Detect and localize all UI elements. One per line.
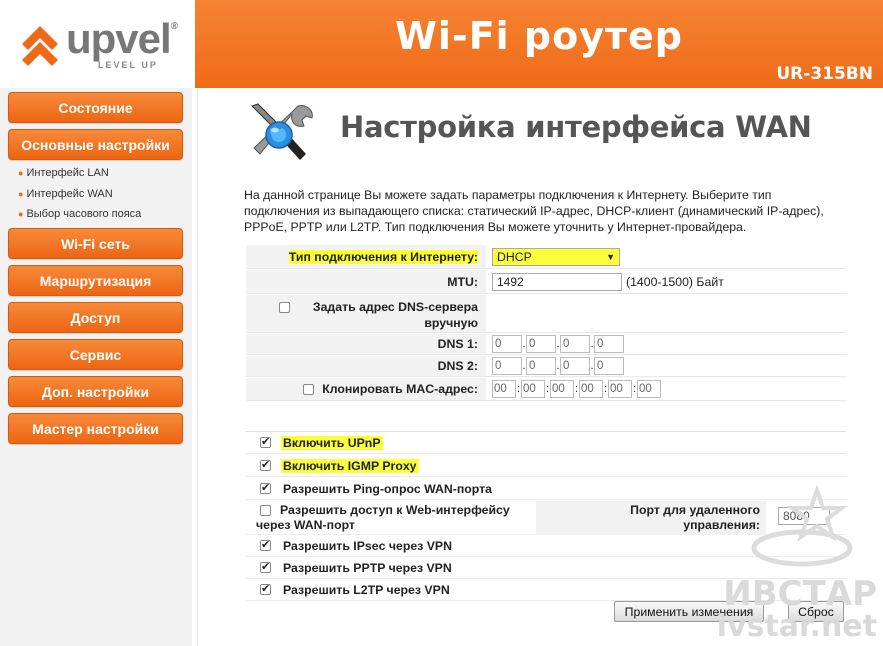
mtu-row: MTU: 1492 (1400-1500) Байт [246,270,846,294]
dns2-label: DNS 2: [246,356,486,376]
igmp-checkbox[interactable] [260,458,271,471]
dns1-label: DNS 1: [246,334,486,354]
dns1-octet-4[interactable]: 0 [594,335,624,353]
dns-manual-cell: Задать адрес DNS-сервера вручную [246,295,486,332]
dns2-row: DNS 2: 0. 0. 0. 0 [246,356,846,377]
connection-type-label: Тип подключения к Интернету: [288,249,478,264]
mtu-input[interactable]: 1492 [492,272,622,291]
dns1-octet-2[interactable]: 0 [526,335,556,353]
brand-tagline: LEVEL UP [98,60,158,70]
menu-wifi[interactable]: Wi-Fi сеть [8,228,183,259]
clone-mac-checkbox[interactable] [303,383,315,395]
bullet-icon: ● [18,189,24,199]
pptp-label: Разрешить PPTP через VPN [283,560,452,575]
l2tp-checkbox[interactable] [260,582,271,595]
menu-access[interactable]: Доступ [8,302,183,333]
mtu-label: MTU: [246,270,486,293]
bullet-icon: ● [18,168,24,178]
dns-manual-row: Задать адрес DNS-сервера вручную [246,295,846,333]
dns2-octet-4[interactable]: 0 [594,357,624,375]
upnp-label: Включить UPnP [281,435,383,450]
menu-wizard[interactable]: Мастер настройки [8,413,183,444]
menu-status[interactable]: Состояние [8,92,183,123]
dns2-octet-1[interactable]: 0 [492,357,522,375]
mac-octet-1[interactable]: 00 [492,380,516,398]
menu-basic-settings[interactable]: Основные настройки [8,129,183,160]
dns1-octet-3[interactable]: 0 [560,335,590,353]
ipsec-label: Разрешить IPsec через VPN [283,538,452,553]
brand-logo: upvel® LEVEL UP [0,0,195,88]
bullet-icon: ● [18,209,24,219]
menu-service[interactable]: Сервис [8,339,183,370]
dns1-octet-1[interactable]: 0 [492,335,522,353]
watermark-url: ivstar.net [716,609,877,644]
upvel-logo-icon [22,26,58,66]
dns2-octet-3[interactable]: 0 [560,357,590,375]
clone-mac-cell: Клонировать MAC-адрес: [246,378,486,400]
ipsec-checkbox[interactable] [260,538,271,551]
mtu-hint: (1400-1500) Байт [626,274,724,289]
clone-mac-label: Клонировать MAC-адрес: [322,382,478,396]
mac-octet-5[interactable]: 00 [608,380,632,398]
pptp-checkbox[interactable] [260,560,271,573]
submenu-wan[interactable]: ● Интерфейс WAN [18,188,113,200]
watermark: ИВСТАР ivstar.net [717,486,877,642]
page-title: Настройка интерфейса WAN [340,110,812,144]
dns-manual-label: Задать адрес DNS-сервера вручную [312,300,478,330]
submenu-lan[interactable]: ● Интерфейс LAN [18,167,109,179]
watermark-text: ИВСТАР [723,574,877,614]
clone-mac-row: Клонировать MAC-адрес: 00: 00: 00: 00: 0… [246,378,846,401]
igmp-row: Включить IGMP Proxy [246,455,846,477]
mac-octet-3[interactable]: 00 [550,380,574,398]
dns1-row: DNS 1: 0. 0. 0. 0 [246,334,846,355]
connection-type-label-cell: Тип подключения к Интернету: [246,245,486,268]
clone-mac-value-cell: 00: 00: 00: 00: 00: 00 [492,378,661,400]
menu-advanced[interactable]: Доп. настройки [8,376,183,407]
brand-name: upvel® [66,15,178,62]
upnp-checkbox[interactable] [260,435,271,448]
web-access-cell: Разрешить доступ к Web-интерфейсу через … [246,501,536,535]
dns2-octet-2[interactable]: 0 [526,357,556,375]
upnp-row: Включить UPnP [246,432,846,454]
dropdown-arrow-icon: ▼ [606,251,615,262]
watermark-star-icon [751,486,853,567]
model-name: UR-315BN [776,64,873,84]
sidebar: Состояние Основные настройки ● Интерфейс … [0,88,192,646]
connection-type-row: Тип подключения к Интернету: DHCP ▼ [246,245,846,269]
menu-routing[interactable]: Маршрутизация [8,265,183,296]
l2tp-label: Разрешить L2TP через VPN [283,582,450,597]
ping-checkbox[interactable] [260,481,271,494]
dns2-value-cell: 0. 0. 0. 0 [492,356,624,376]
header-title: Wi-Fi роутер [394,14,683,58]
connection-type-select[interactable]: DHCP ▼ [492,247,620,266]
page-description: На данной странице Вы можете задать пара… [244,188,824,234]
ping-label: Разрешить Ping-опрос WAN-порта [283,481,493,496]
section-separator [246,402,846,432]
mac-octet-4[interactable]: 00 [579,380,603,398]
mtu-value-cell: 1492 (1400-1500) Байт [492,270,724,293]
mac-octet-6[interactable]: 00 [637,380,661,398]
submenu-timezone[interactable]: ● Выбор часового пояса [18,208,141,220]
tools-globe-icon [251,103,313,160]
web-access-label: Разрешить доступ к Web-интерфейсу через … [256,503,510,532]
connection-type-value-cell: DHCP ▼ [492,245,620,268]
header-bar: Wi-Fi роутер UR-315BN [195,0,883,88]
igmp-label: Включить IGMP Proxy [281,458,419,473]
dns-manual-checkbox[interactable] [279,302,290,313]
mac-octet-2[interactable]: 00 [521,380,545,398]
dns1-value-cell: 0. 0. 0. 0 [492,334,624,354]
